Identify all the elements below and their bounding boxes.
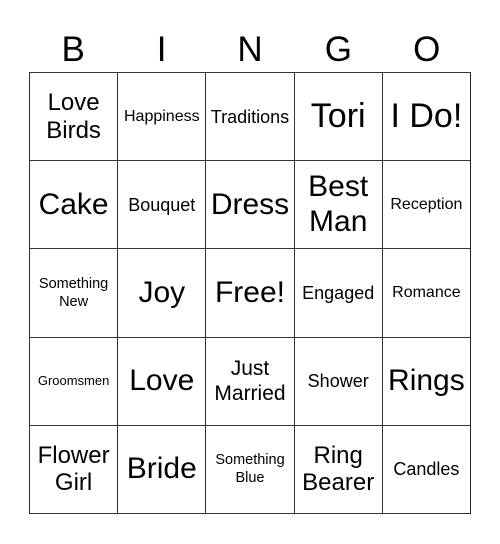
bingo-cell[interactable]: Happiness: [118, 73, 207, 162]
bingo-cell[interactable]: Flower Girl: [30, 425, 119, 514]
free-space-cell[interactable]: Free!: [206, 249, 295, 338]
bingo-cell[interactable]: Bride: [118, 425, 207, 514]
header-letter-b: B: [61, 29, 85, 69]
header-letter-n: N: [237, 29, 263, 69]
bingo-cell[interactable]: Shower: [294, 337, 383, 426]
bingo-header: B I N G O: [29, 26, 471, 72]
bingo-cell[interactable]: Bouquet: [118, 161, 207, 250]
bingo-cell[interactable]: Traditions: [206, 73, 295, 162]
bingo-cell[interactable]: Romance: [382, 249, 471, 338]
header-letter-i: I: [156, 29, 167, 69]
bingo-board: Love Birds Happiness Traditions Tori I D…: [29, 72, 471, 514]
bingo-cell[interactable]: Something Blue: [206, 425, 295, 514]
bingo-cell[interactable]: Reception: [382, 161, 471, 250]
bingo-cell[interactable]: Joy: [118, 249, 207, 338]
bingo-cell[interactable]: I Do!: [382, 73, 471, 162]
bingo-cell[interactable]: Love: [118, 337, 207, 426]
bingo-cell[interactable]: Groomsmen: [30, 337, 119, 426]
header-letter-o: O: [413, 29, 441, 69]
header-letter-g: G: [324, 29, 352, 69]
bingo-cell[interactable]: Ring Bearer: [294, 425, 383, 514]
bingo-cell[interactable]: Rings: [382, 337, 471, 426]
bingo-cell[interactable]: Something New: [30, 249, 119, 338]
bingo-cell[interactable]: Candles: [382, 425, 471, 514]
bingo-cell[interactable]: Dress: [206, 161, 295, 250]
bingo-cell[interactable]: Best Man: [294, 161, 383, 250]
bingo-cell[interactable]: Just Married: [206, 337, 295, 426]
bingo-cell[interactable]: Cake: [30, 161, 119, 250]
bingo-cell[interactable]: Engaged: [294, 249, 383, 338]
bingo-cell[interactable]: Love Birds: [30, 73, 119, 162]
bingo-cell[interactable]: Tori: [294, 73, 383, 162]
